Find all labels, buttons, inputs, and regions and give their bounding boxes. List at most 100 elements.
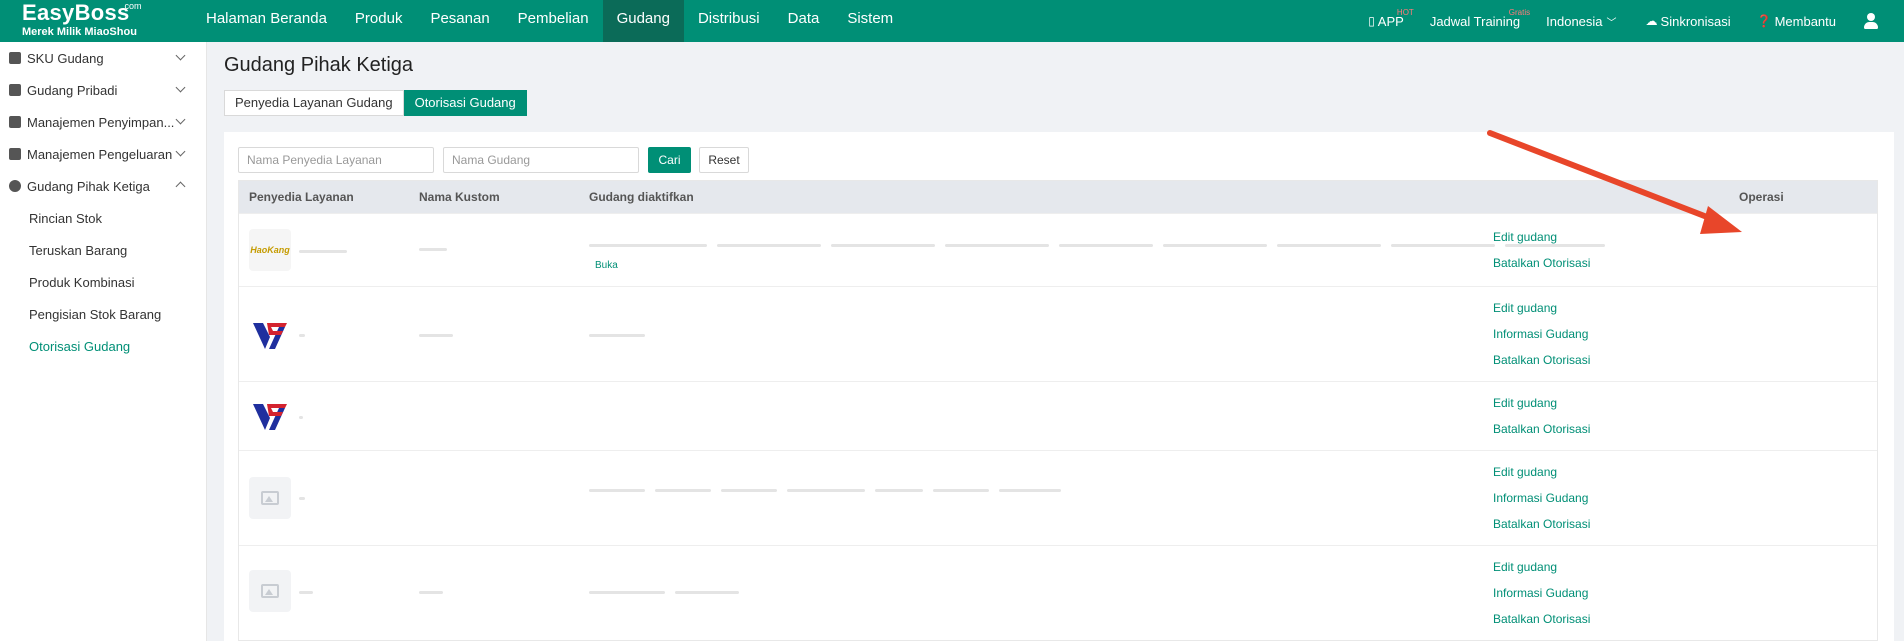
brand-name: EasyBoss — [22, 0, 130, 25]
row-operations: Edit gudang Informasi Gudang Batalkan Ot… — [1493, 459, 1590, 537]
cancel-authorization-link[interactable]: Batalkan Otorisasi — [1493, 511, 1590, 537]
table-row: Edit gudang Batalkan Otorisasi — [239, 381, 1877, 450]
sidebar-item-produk-kombinasi[interactable]: Produk Kombinasi — [0, 266, 206, 298]
sync-button[interactable]: ☁ Sinkronisasi — [1646, 14, 1731, 29]
language-label: Indonesia — [1546, 13, 1603, 29]
nav-data[interactable]: Data — [774, 0, 834, 42]
row-operations: Edit gudang Informasi Gudang Batalkan Ot… — [1493, 554, 1590, 632]
sync-label: Sinkronisasi — [1660, 13, 1731, 29]
reset-button[interactable]: Reset — [699, 147, 749, 173]
warehouse-tag — [717, 244, 821, 247]
warehouse-tag — [1059, 244, 1153, 247]
main-nav: Halaman Beranda Produk Pesanan Pembelian… — [192, 0, 907, 42]
custom-name-redacted — [419, 591, 443, 594]
cancel-authorization-link[interactable]: Batalkan Otorisasi — [1493, 347, 1590, 373]
warehouse-tag — [1391, 244, 1495, 247]
sidebar-group-label: Gudang Pribadi — [27, 82, 118, 98]
sidebar-group-manajemen-penyimpanan[interactable]: Manajemen Penyimpan... — [0, 106, 206, 138]
hk-logo: HaoKang — [249, 229, 291, 271]
edit-warehouse-link[interactable]: Edit gudang — [1493, 459, 1590, 485]
row-operations: Edit gudang Batalkan Otorisasi — [1493, 224, 1590, 276]
edit-warehouse-link[interactable]: Edit gudang — [1493, 295, 1590, 321]
nav-gudang[interactable]: Gudang — [602, 0, 684, 42]
sidebar-item-rincian-stok[interactable]: Rincian Stok — [0, 202, 206, 234]
nav-produk[interactable]: Produk — [341, 0, 417, 42]
warehouse-info-link[interactable]: Informasi Gudang — [1493, 321, 1590, 347]
sidebar-group-sku-gudang[interactable]: SKU Gudang — [0, 42, 206, 74]
cancel-authorization-link[interactable]: Batalkan Otorisasi — [1493, 250, 1590, 276]
filter-bar: Nama Penyedia Layanan Nama Gudang Cari R… — [238, 147, 749, 173]
warehouse-tag — [655, 489, 711, 492]
app-link[interactable]: ▯ APP HOT — [1368, 8, 1414, 29]
training-label: Jadwal Training — [1429, 13, 1521, 29]
warehouse-tag — [831, 244, 935, 247]
buka-link[interactable]: Buka — [595, 260, 618, 271]
sidebar-group-gudang-pihak-ketiga[interactable]: Gudang Pihak Ketiga — [0, 170, 206, 202]
sidebar-item-otorisasi-gudang[interactable]: Otorisasi Gudang — [0, 330, 206, 362]
warehouse-info-link[interactable]: Informasi Gudang — [1493, 485, 1590, 511]
chevron-down-icon — [175, 146, 186, 157]
provider-name-redacted — [299, 334, 305, 337]
warehouse-name-input[interactable]: Nama Gudang — [443, 147, 639, 173]
user-icon[interactable] — [1862, 12, 1880, 30]
language-select[interactable]: Indonesia ﹀ — [1546, 14, 1619, 29]
warehouse-tag — [589, 489, 645, 492]
sidebar-group-gudang-pribadi[interactable]: Gudang Pribadi — [0, 74, 206, 106]
help-button[interactable]: ❓ Membantu — [1757, 14, 1836, 29]
yf-logo — [249, 396, 291, 438]
table-header: Penyedia Layanan Nama Kustom Gudang diak… — [239, 181, 1877, 213]
warehouse-tag — [589, 334, 645, 337]
chevron-down-icon — [175, 114, 186, 125]
nav-distribusi[interactable]: Distribusi — [684, 0, 774, 42]
warehouse-info-link[interactable]: Informasi Gudang — [1493, 580, 1590, 606]
table-row: Edit gudang Informasi Gudang Batalkan Ot… — [239, 545, 1877, 640]
nav-pesanan[interactable]: Pesanan — [416, 0, 503, 42]
cloud-icon: ☁ — [1645, 14, 1658, 28]
inbound-icon — [9, 116, 21, 128]
tab-otorisasi-gudang[interactable]: Otorisasi Gudang — [403, 90, 527, 116]
custom-name-redacted — [419, 334, 453, 337]
sidebar-group-manajemen-pengeluaran[interactable]: Manajemen Pengeluaran — [0, 138, 206, 170]
table-row: HaoKang Buka Edit gudang Batalkan Otoris… — [239, 213, 1877, 286]
row-operations: Edit gudang Informasi Gudang Batalkan Ot… — [1493, 295, 1590, 373]
help-label: Membantu — [1774, 13, 1836, 29]
col-gudang-diaktifkan: Gudang diaktifkan — [589, 190, 694, 204]
content-card: Nama Penyedia Layanan Nama Gudang Cari R… — [224, 132, 1894, 641]
cancel-authorization-link[interactable]: Batalkan Otorisasi — [1493, 416, 1590, 442]
table-row: Edit gudang Informasi Gudang Batalkan Ot… — [239, 286, 1877, 381]
provider-name-redacted — [299, 416, 303, 419]
sidebar-item-teruskan-barang[interactable]: Teruskan Barang — [0, 234, 206, 266]
logo[interactable]: EasyBoss .com Merek Milik MiaoShou — [22, 0, 142, 38]
sidebar-group-label: SKU Gudang — [27, 50, 104, 66]
chevron-down-icon — [175, 82, 186, 93]
gratis-badge: Gratis — [1508, 7, 1531, 17]
sidebar-group-label: Manajemen Penyimpan... — [27, 114, 175, 130]
edit-warehouse-link[interactable]: Edit gudang — [1493, 390, 1590, 416]
training-link[interactable]: Jadwal Training Gratis — [1429, 8, 1530, 29]
provider-name-redacted — [299, 591, 313, 594]
help-icon: ❓ — [1756, 14, 1772, 28]
edit-warehouse-link[interactable]: Edit gudang — [1493, 554, 1590, 580]
tab-penyedia-layanan-gudang[interactable]: Penyedia Layanan Gudang — [224, 90, 404, 116]
nav-halaman-beranda[interactable]: Halaman Beranda — [192, 0, 341, 42]
tab-bar: Penyedia Layanan Gudang Otorisasi Gudang — [224, 90, 527, 116]
nav-sistem[interactable]: Sistem — [833, 0, 907, 42]
table-row: Edit gudang Informasi Gudang Batalkan Ot… — [239, 450, 1877, 545]
col-operasi: Operasi — [1739, 190, 1784, 204]
third-party-icon — [9, 180, 21, 192]
yf-logo — [249, 315, 291, 357]
chevron-down-icon: ﹀ — [1606, 17, 1617, 29]
search-button[interactable]: Cari — [648, 147, 691, 173]
cancel-authorization-link[interactable]: Batalkan Otorisasi — [1493, 606, 1590, 632]
warehouse-tag — [589, 591, 665, 594]
brand-tagline: Merek Milik MiaoShou — [22, 26, 137, 38]
provider-name-input[interactable]: Nama Penyedia Layanan — [238, 147, 434, 173]
sidebar-item-pengisian-stok-barang[interactable]: Pengisian Stok Barang — [0, 298, 206, 330]
sidebar-group-label: Gudang Pihak Ketiga — [27, 178, 150, 194]
provider-name-redacted — [299, 497, 305, 500]
warehouse-tag — [933, 489, 989, 492]
outbound-icon — [9, 148, 21, 160]
image-placeholder-icon — [249, 570, 291, 612]
nav-pembelian[interactable]: Pembelian — [504, 0, 603, 42]
edit-warehouse-link[interactable]: Edit gudang — [1493, 224, 1590, 250]
